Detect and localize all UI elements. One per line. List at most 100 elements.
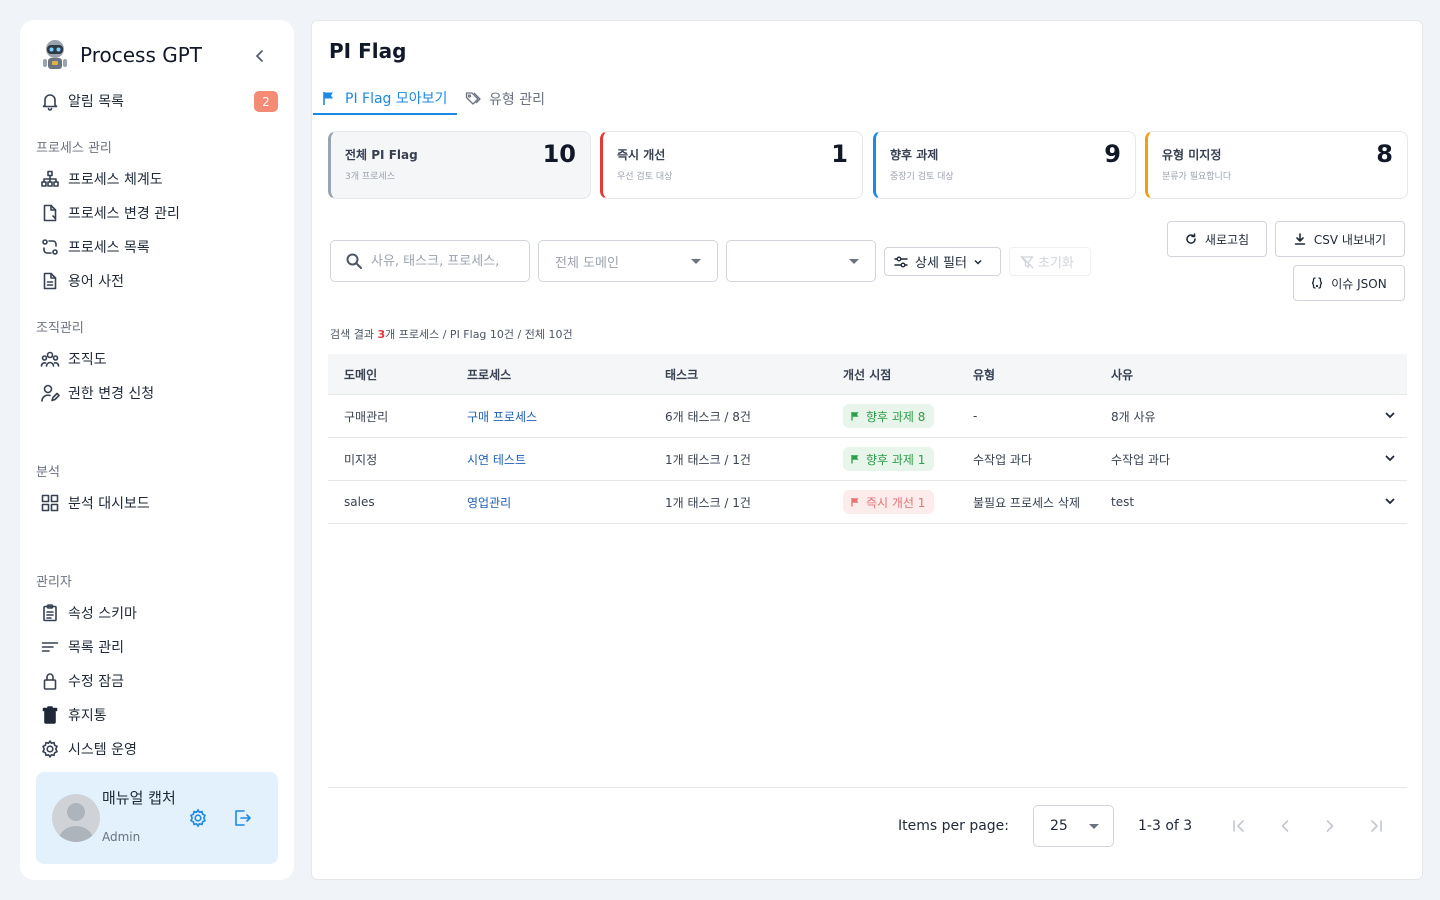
header-reason[interactable]: 사유 — [1111, 366, 1351, 383]
header-domain[interactable]: 도메인 — [328, 366, 467, 383]
avatar[interactable] — [52, 794, 100, 842]
timing-select[interactable] — [726, 240, 876, 282]
stat-label: 향후 과제 — [890, 148, 939, 162]
user-name: 매뉴얼 캡처 — [102, 789, 176, 807]
section-title-analysis: 분석 — [36, 465, 60, 480]
app-name: Process GPT — [80, 43, 203, 67]
clipboard-icon — [43, 604, 57, 622]
main-panel: PI Flag PI Flag 모아보기 유형 관리 전체 PI Flag 3개… — [311, 20, 1423, 880]
sidebar-item-permission-request[interactable]: 권한 변경 신청 — [40, 381, 154, 405]
sidebar-item-process-hierarchy[interactable]: 프로세스 체계도 — [40, 167, 163, 191]
caret-down-icon — [1089, 824, 1099, 829]
cell-reason: 수작업 과다 — [1111, 452, 1171, 467]
timing-chip: 향후 과제 1 — [843, 447, 935, 471]
sidebar-item-process-change[interactable]: 프로세스 변경 관리 — [40, 201, 180, 225]
issue-json-button[interactable]: 이슈 JSON — [1293, 265, 1405, 301]
cell-type: 수작업 과다 — [973, 452, 1033, 467]
table-row[interactable]: 미지정 시연 테스트 1개 태스크 / 1건 향후 과제 1 수작업 과다 수작… — [328, 438, 1407, 481]
sidebar-item-label: 프로세스 목록 — [68, 240, 150, 256]
sidebar-item-label: 프로세스 체계도 — [68, 172, 163, 188]
stat-label: 즉시 개선 — [617, 148, 666, 162]
header-task[interactable]: 태스크 — [665, 366, 843, 383]
search-input[interactable] — [371, 253, 516, 269]
process-link[interactable]: 영업관리 — [467, 496, 511, 510]
settings-gear-icon[interactable] — [188, 808, 208, 828]
cell-type: 불필요 프로세스 삭제 — [973, 495, 1080, 510]
table-row[interactable]: sales 영업관리 1개 태스크 / 1건 즉시 개선 1 불필요 프로세스 … — [328, 481, 1407, 524]
sidebar: Process GPT 알림 목록 2 프로세스 관리 프로세스 체계도 프로세… — [20, 20, 294, 880]
sidebar-item-system-ops[interactable]: 시스템 운영 — [40, 737, 137, 761]
sidebar-item-analytics-dashboard[interactable]: 분석 대시보드 — [40, 491, 150, 515]
detail-filter-button[interactable]: 상세 필터 — [884, 247, 1001, 276]
refresh-button[interactable]: 새로고침 — [1167, 221, 1267, 257]
tab-type-management[interactable]: 유형 관리 — [457, 83, 557, 115]
collapse-sidebar-icon[interactable] — [252, 48, 268, 64]
flag-icon — [851, 498, 859, 507]
expand-chevron-icon[interactable] — [1383, 494, 1397, 508]
refresh-icon — [1186, 233, 1196, 244]
dashboard-icon — [41, 494, 59, 512]
stat-sub: 분류가 필요합니다 — [1162, 172, 1232, 182]
sidebar-item-attribute-schema[interactable]: 속성 스키마 — [40, 601, 137, 625]
expand-chevron-icon[interactable] — [1383, 451, 1397, 465]
stat-card-unclassified[interactable]: 유형 미지정 분류가 필요합니다 8 — [1145, 131, 1408, 199]
csv-export-button[interactable]: CSV 내보내기 — [1275, 221, 1405, 257]
chevron-left-icon — [1281, 820, 1289, 832]
header-process[interactable]: 프로세스 — [467, 366, 665, 383]
tab-pi-flag-overview[interactable]: PI Flag 모아보기 — [313, 83, 457, 115]
brand[interactable]: Process GPT — [38, 38, 202, 72]
sidebar-item-label: 속성 스키마 — [68, 606, 137, 622]
sidebar-item-label: 알림 목록 — [68, 94, 124, 110]
bell-icon — [42, 94, 58, 111]
stat-sub: 3개 프로세스 — [345, 172, 395, 182]
cell-task: 6개 태스크 / 8건 — [665, 409, 751, 424]
sidebar-item-edit-lock[interactable]: 수정 잠금 — [40, 669, 124, 693]
csv-label: CSV 내보내기 — [1313, 232, 1387, 247]
sidebar-item-process-list[interactable]: 프로세스 목록 — [40, 235, 150, 259]
result-summary: 검색 결과 3개 프로세스 / PI Flag 10건 / 전체 10건 — [330, 326, 573, 342]
last-page-button[interactable] — [1366, 816, 1386, 836]
domain-select[interactable]: 전체 도메인 — [538, 240, 718, 282]
stat-value: 10 — [542, 140, 576, 168]
stat-card-immediate[interactable]: 즉시 개선 우선 검토 대상 1 — [600, 131, 863, 199]
timing-chip: 즉시 개선 1 — [843, 490, 935, 514]
prev-page-button[interactable] — [1275, 816, 1295, 836]
sidebar-item-notifications[interactable]: 알림 목록 — [40, 89, 124, 113]
process-link[interactable]: 시연 테스트 — [467, 453, 526, 467]
robot-logo-icon — [43, 40, 67, 69]
process-link[interactable]: 구매 프로세스 — [467, 410, 537, 424]
sidebar-item-label: 목록 관리 — [68, 640, 124, 656]
next-page-button[interactable] — [1320, 816, 1340, 836]
section-title-admin: 관리자 — [36, 575, 72, 590]
page-title: PI Flag — [329, 39, 407, 63]
cell-domain: sales — [344, 495, 375, 509]
cell-reason: 8개 사유 — [1111, 409, 1156, 424]
table-header: 도메인 프로세스 태스크 개선 시점 유형 사유 — [328, 354, 1407, 395]
items-per-page-select[interactable]: 25 — [1033, 805, 1114, 847]
header-timing[interactable]: 개선 시점 — [843, 366, 973, 383]
header-type[interactable]: 유형 — [973, 366, 1111, 383]
stat-card-total[interactable]: 전체 PI Flag 3개 프로세스 10 — [328, 131, 591, 199]
summary-prefix: 검색 결과 — [330, 328, 378, 341]
flag-icon — [851, 455, 859, 464]
table-row[interactable]: 구매관리 구매 프로세스 6개 태스크 / 8건 향후 과제 8 - 8개 사유 — [328, 395, 1407, 438]
first-page-icon — [1233, 820, 1244, 832]
document-icon — [43, 272, 57, 290]
reset-filter-button[interactable]: 초기화 — [1009, 247, 1091, 276]
expand-chevron-icon[interactable] — [1383, 408, 1397, 422]
cell-type: - — [973, 409, 978, 423]
hierarchy-icon — [41, 170, 59, 187]
first-page-button[interactable] — [1229, 816, 1249, 836]
stat-card-future[interactable]: 향후 과제 중장기 검토 대상 9 — [873, 131, 1136, 199]
logout-icon[interactable] — [232, 808, 252, 828]
trash-icon — [42, 706, 58, 724]
tags-icon — [465, 92, 481, 105]
sidebar-item-label: 시스템 운영 — [68, 742, 137, 758]
domain-select-value: 전체 도메인 — [555, 255, 619, 271]
process-cycle-icon — [42, 239, 58, 255]
sidebar-item-org-chart[interactable]: 조직도 — [40, 347, 107, 371]
sidebar-item-list-management[interactable]: 목록 관리 — [40, 635, 124, 659]
stat-label: 전체 PI Flag — [345, 148, 418, 162]
sidebar-item-trash[interactable]: 휴지통 — [40, 703, 107, 727]
sidebar-item-glossary[interactable]: 용어 사전 — [40, 269, 124, 293]
